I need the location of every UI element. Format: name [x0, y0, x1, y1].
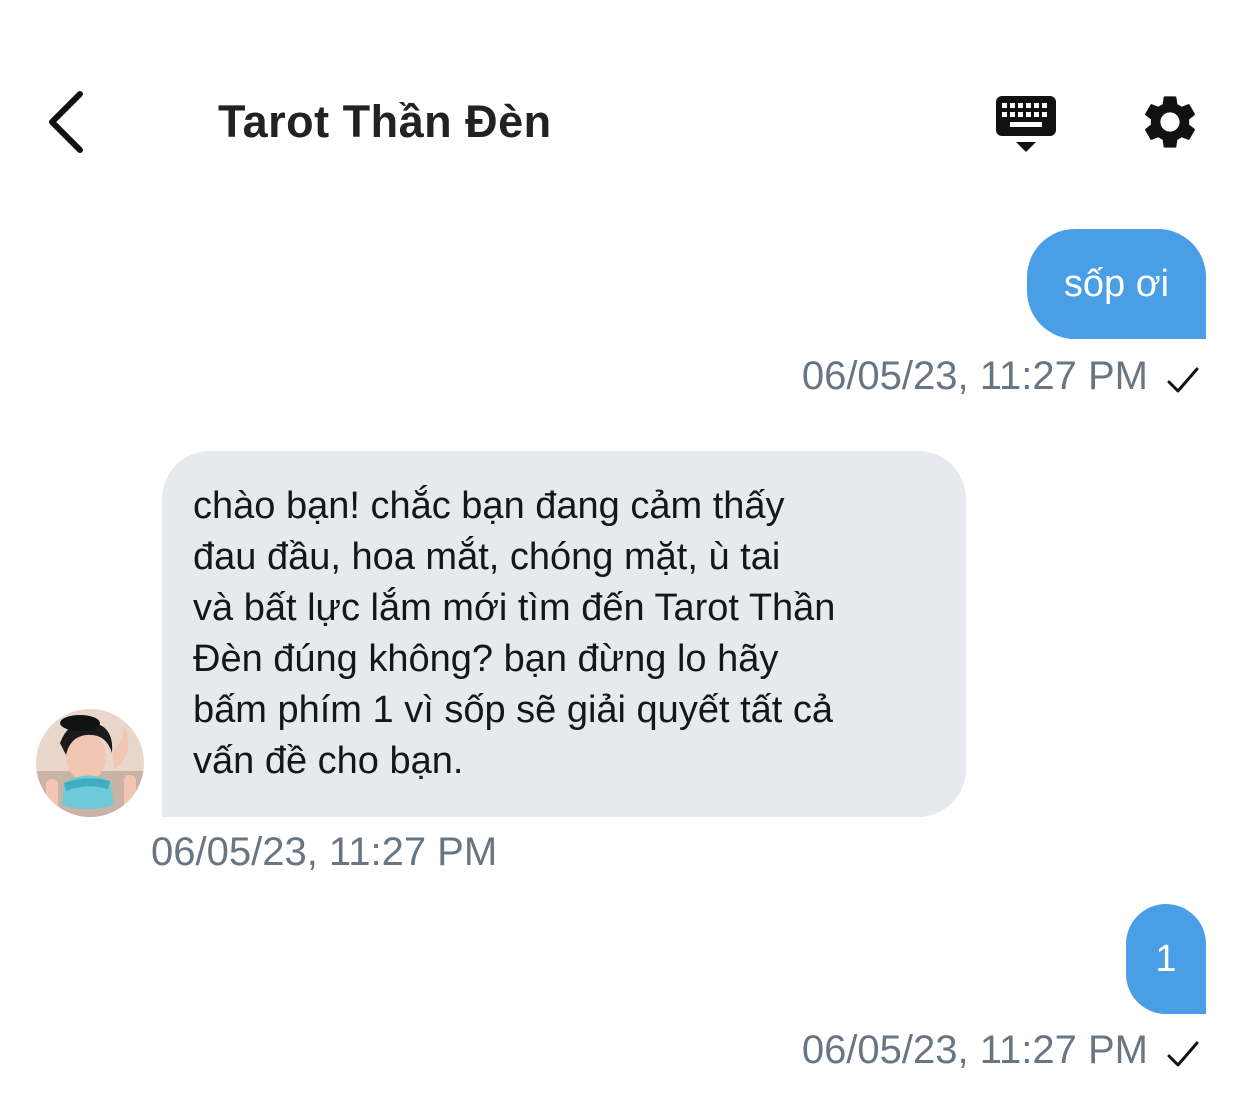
- message-line: và bất lực lắm mới tìm đến Tarot Thần: [193, 587, 836, 629]
- back-button[interactable]: [38, 90, 98, 154]
- message-timestamp: 06/05/23, 11:27 PM: [801, 354, 1148, 398]
- keyboard-icon: [996, 96, 1056, 152]
- outgoing-message-bubble[interactable]: sốp ơi: [1027, 229, 1206, 339]
- settings-button[interactable]: [1138, 90, 1202, 154]
- checkmark-icon: [1167, 1041, 1199, 1067]
- avatar-image: [36, 709, 144, 817]
- message-line: bấm phím 1 vì sốp sẽ giải quyết tất cả: [193, 689, 834, 731]
- outgoing-message-bubble[interactable]: 1: [1126, 904, 1206, 1014]
- chat-header: Tarot Thần Đèn: [0, 60, 1242, 184]
- message-line: đau đầu, hoa mắt, chóng mặt, ù tai: [193, 536, 781, 578]
- message-timestamp: 06/05/23, 11:27 PM: [801, 1028, 1148, 1072]
- page-title: Tarot Thần Đèn: [218, 96, 552, 147]
- message-line: chào bạn! chắc bạn đang cảm thấy: [193, 485, 785, 527]
- keyboard-button[interactable]: [994, 94, 1058, 156]
- message-timestamp: 06/05/23, 11:27 PM: [151, 830, 498, 874]
- avatar[interactable]: [36, 709, 144, 817]
- incoming-message-bubble[interactable]: chào bạn! chắc bạn đang cảm thấy đau đầu…: [162, 451, 966, 817]
- chevron-left-icon: [49, 91, 83, 153]
- message-line: vấn đề cho bạn.: [193, 740, 464, 782]
- gear-icon: [1145, 96, 1195, 148]
- message-line: Đèn đúng không? bạn đừng lo hãy: [193, 638, 779, 680]
- checkmark-icon: [1167, 367, 1199, 393]
